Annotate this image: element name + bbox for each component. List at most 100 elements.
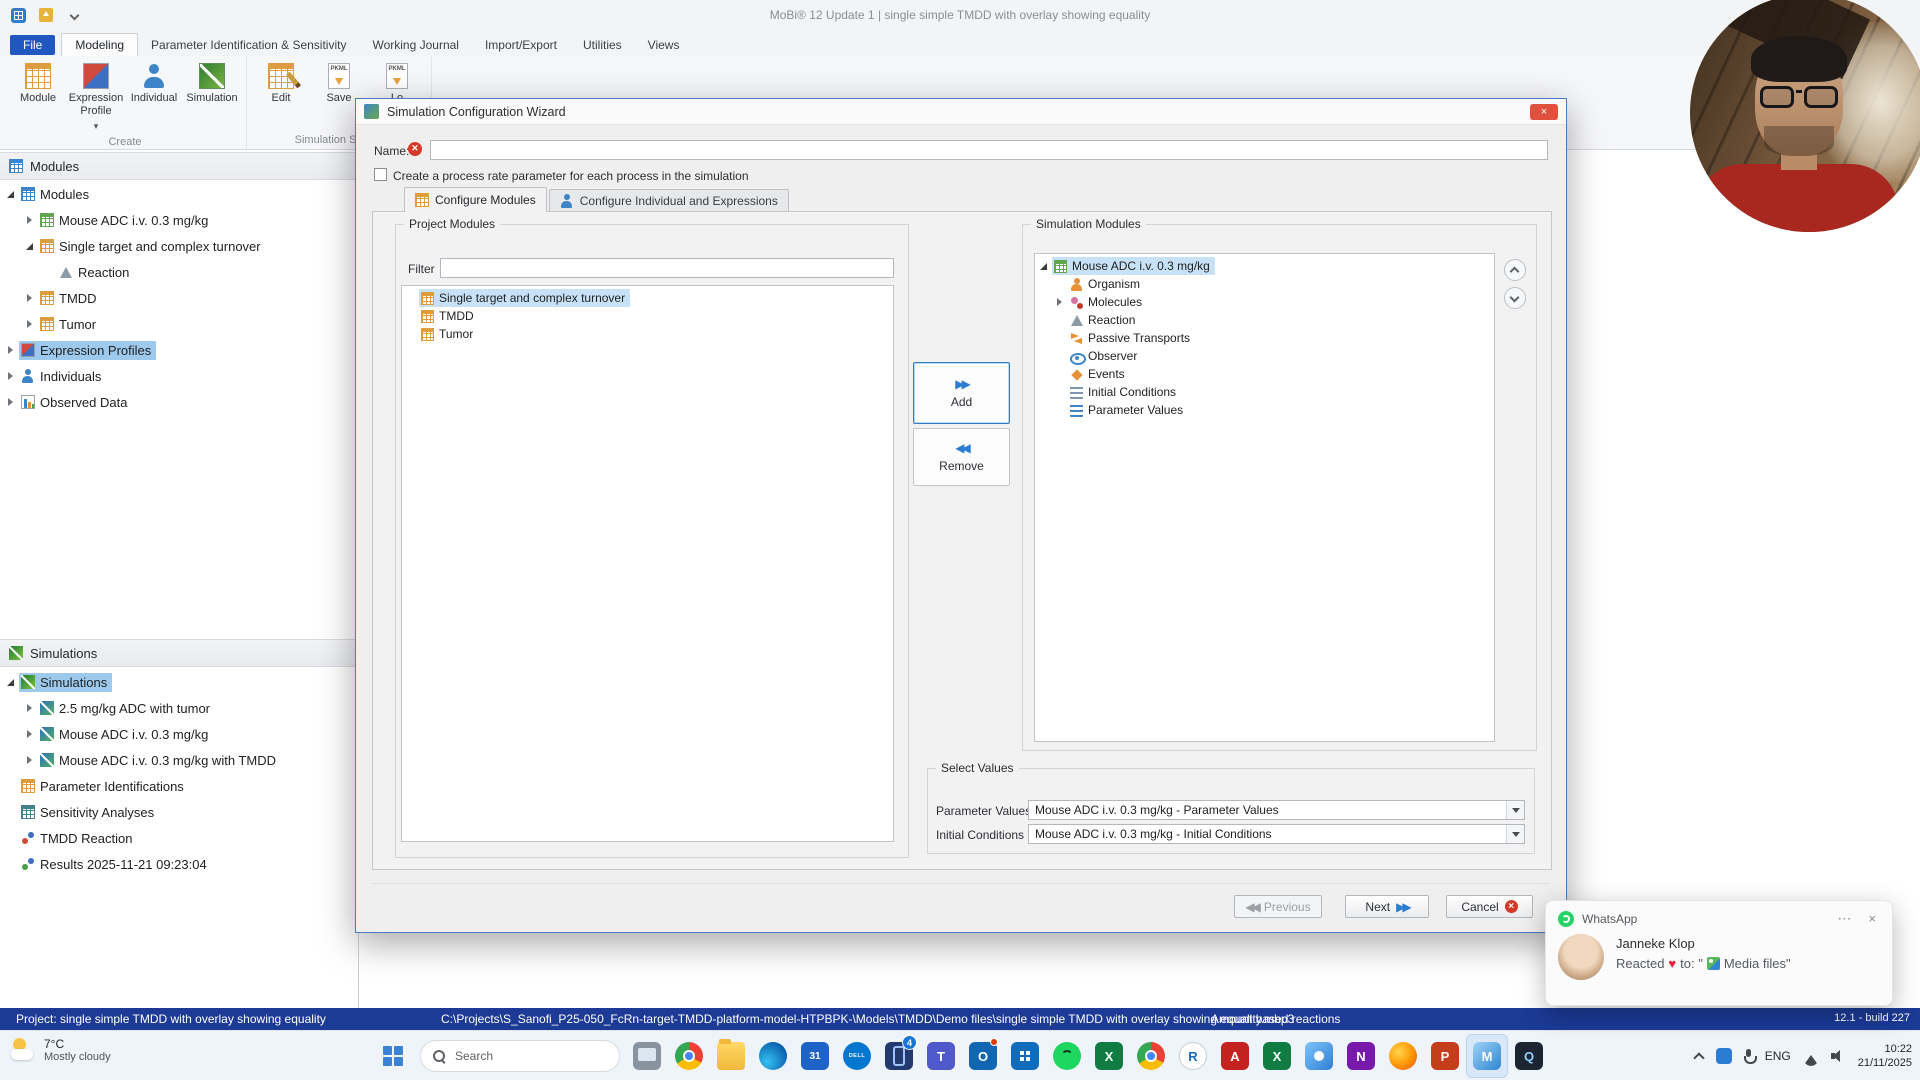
language-indicator[interactable]: ENG [1765,1049,1791,1063]
quick-export-icon[interactable] [36,5,56,25]
tree-item-molecules[interactable]: Molecules [1035,293,1494,311]
collapse-arrow-icon[interactable] [25,241,36,252]
tree-item-simulations[interactable]: Simulations [0,669,357,695]
expand-arrow-icon[interactable] [25,293,36,304]
tree-item-events[interactable]: Events [1035,365,1494,383]
expand-arrow-icon[interactable] [6,345,17,356]
tree-item-passive-transports[interactable]: Passive Transports [1035,329,1494,347]
tree-item-tumor[interactable]: Tumor [402,325,893,343]
dialog-titlebar[interactable]: Simulation Configuration Wizard [356,99,1566,125]
weather-widget[interactable]: 7°C Mostly cloudy [10,1037,111,1063]
filter-input[interactable] [440,258,894,278]
tree-item-mouse-adc-i-v-0-3-mg-kg[interactable]: Mouse ADC i.v. 0.3 mg/kg [0,721,357,747]
taskbar-store[interactable] [1004,1034,1046,1078]
initial-conditions-combo[interactable]: Mouse ADC i.v. 0.3 mg/kg - Initial Condi… [1028,824,1525,844]
taskbar-powerpoint[interactable] [1424,1034,1466,1078]
add-button[interactable]: Add [913,362,1010,424]
taskbar-outlook[interactable] [962,1034,1004,1078]
ribbon-expression-profile-button[interactable]: Expression Profile [68,60,124,133]
taskbar-phone-link[interactable]: 4 [878,1034,920,1078]
move-down-button[interactable] [1504,287,1526,309]
tray-app-icon[interactable] [1715,1048,1732,1064]
taskbar-chrome-profile[interactable] [1130,1034,1172,1078]
tree-item-mouse-adc-i-v-0-3-mg-kg[interactable]: Mouse ADC i.v. 0.3 mg/kg [0,207,357,233]
dropdown-arrow-icon[interactable] [1506,801,1524,819]
app-logo-icon[interactable] [8,5,28,25]
taskbar-rstudio[interactable] [1172,1034,1214,1078]
menu-tab-modeling[interactable]: Modeling [61,33,139,56]
expand-arrow-icon[interactable] [25,755,36,766]
next-button[interactable]: Next [1345,895,1429,918]
taskbar-calendar[interactable] [794,1034,836,1078]
expand-arrow-icon[interactable] [25,729,36,740]
tree-item-tmdd[interactable]: TMDD [402,307,893,325]
tree-item-individuals[interactable]: Individuals [0,363,357,389]
taskbar-folder[interactable] [710,1034,752,1078]
tree-item-single-target-and-complex-turnover[interactable]: Single target and complex turnover [402,289,893,307]
collapse-arrow-icon[interactable] [6,677,17,688]
tree-item-observer[interactable]: Observer [1035,347,1494,365]
expand-arrow-icon[interactable] [6,371,17,382]
modules-panel-header[interactable]: Modules [0,152,358,180]
microphone-icon[interactable] [1743,1048,1757,1064]
previous-button[interactable]: Previous [1234,895,1322,918]
tree-item-2-5-mg-kg-adc-with-tumor[interactable]: 2.5 mg/kg ADC with tumor [0,695,357,721]
move-up-button[interactable] [1504,259,1526,281]
expand-arrow-icon[interactable] [25,703,36,714]
taskbar-dell[interactable] [836,1034,878,1078]
ribbon-simulation-button[interactable]: Simulation [184,60,240,105]
dropdown-arrow-icon[interactable] [1506,825,1524,843]
clock[interactable]: 10:22 21/11/2025 [1858,1042,1912,1071]
quick-access-dropdown-icon[interactable] [64,5,84,25]
tree-item-tmdd[interactable]: TMDD [0,285,357,311]
taskbar-amazon-q[interactable] [1508,1034,1550,1078]
expand-arrow-icon[interactable] [25,215,36,226]
tree-item-sensitivity-analyses[interactable]: Sensitivity Analyses [0,799,357,825]
taskbar-spotify[interactable] [1046,1034,1088,1078]
tree-item-mouse-adc-i-v-0-3-mg-kg-with-tmdd[interactable]: Mouse ADC i.v. 0.3 mg/kg with TMDD [0,747,357,773]
taskbar-mobi[interactable] [1466,1034,1508,1078]
ribbon-individual-button[interactable]: Individual [126,60,182,105]
tree-item-reaction[interactable]: Reaction [0,259,357,285]
tab-configure-modules[interactable]: Configure Modules [404,187,547,212]
taskbar-edge[interactable] [752,1034,794,1078]
taskbar-excel[interactable] [1088,1034,1130,1078]
taskbar-firefox[interactable] [1382,1034,1424,1078]
tree-item-organism[interactable]: Organism [1035,275,1494,293]
remove-button[interactable]: Remove [913,428,1010,486]
hidden-icons-chevron-icon[interactable] [1694,1051,1704,1061]
ribbon-module-button[interactable]: Module [10,60,66,105]
taskbar-acrobat[interactable] [1214,1034,1256,1078]
expand-arrow-icon[interactable] [1055,297,1066,308]
tree-item-tumor[interactable]: Tumor [0,311,357,337]
tree-item-reaction[interactable]: Reaction [1035,311,1494,329]
menu-tab-parameter-identification-sensitivity[interactable]: Parameter Identification & Sensitivity [138,34,359,56]
taskbar-computer[interactable] [626,1034,668,1078]
process-rate-checkbox[interactable] [374,168,387,181]
toast-more-icon[interactable] [1832,910,1856,927]
volume-icon[interactable] [1830,1050,1846,1062]
taskbar-photos[interactable] [1298,1034,1340,1078]
tree-item-expression-profiles[interactable]: Expression Profiles [0,337,357,363]
taskbar-teams[interactable] [920,1034,962,1078]
tree-item-single-target-and-complex-turnover[interactable]: Single target and complex turnover [0,233,357,259]
expand-arrow-icon[interactable] [25,319,36,330]
collapse-arrow-icon[interactable] [6,189,17,200]
name-input[interactable] [430,140,1548,160]
taskbar-search[interactable]: Search [420,1040,620,1072]
collapse-arrow-icon[interactable] [1039,261,1050,272]
cancel-button[interactable]: Cancel [1446,895,1533,918]
menu-tab-working-journal[interactable]: Working Journal [359,34,471,56]
simulations-panel-header[interactable]: Simulations [0,639,358,667]
menu-tab-views[interactable]: Views [635,34,693,56]
dialog-close-button[interactable] [1530,104,1558,120]
tree-item-results-2025-11-21-09-23-04[interactable]: Results 2025-11-21 09:23:04 [0,851,357,877]
tree-item-observed-data[interactable]: Observed Data [0,389,357,415]
menu-tab-utilities[interactable]: Utilities [570,34,635,56]
wifi-icon[interactable] [1802,1047,1819,1066]
ribbon-edit-button[interactable]: Edit [253,60,309,105]
whatsapp-notification[interactable]: WhatsApp Janneke Klop Reacted ♥ to: " Me… [1545,900,1893,1006]
taskbar-onenote[interactable] [1340,1034,1382,1078]
tree-item-parameter-identifications[interactable]: Parameter Identifications [0,773,357,799]
taskbar-excel-2[interactable] [1256,1034,1298,1078]
